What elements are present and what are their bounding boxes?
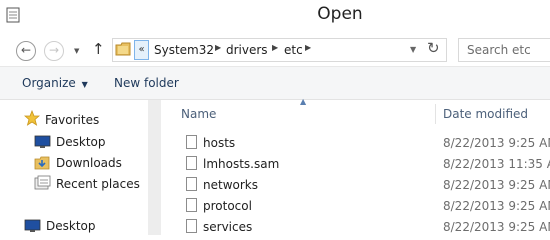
breadcrumb-overflow-button[interactable]: «: [134, 40, 149, 60]
breadcrumb-separator[interactable]: ▶: [272, 43, 278, 52]
folder-icon: [115, 42, 131, 56]
breadcrumb-etc[interactable]: etc: [284, 43, 303, 57]
file-name[interactable]: protocol: [203, 199, 252, 213]
file-date: 8/22/2013 9:25 AM: [443, 220, 550, 234]
search-placeholder[interactable]: Search etc: [467, 43, 531, 57]
sort-ascending-icon: ▲: [300, 97, 307, 106]
organize-label: Organize: [22, 76, 76, 90]
nav-desktop-root[interactable]: Desktop: [46, 219, 96, 233]
file-date: 8/22/2013 9:25 AM: [443, 178, 550, 192]
file-date: 8/22/2013 9:25 AM: [443, 136, 550, 150]
desktop-icon: [24, 219, 41, 232]
nav-downloads[interactable]: Downloads: [56, 156, 122, 170]
nav-recent-places[interactable]: Recent places: [56, 177, 140, 191]
file-icon: [186, 156, 197, 170]
recent-locations-button[interactable]: ▼: [74, 47, 79, 55]
star-icon: [24, 110, 40, 126]
file-name[interactable]: networks: [203, 178, 258, 192]
file-icon: [186, 219, 197, 233]
desktop-icon: [34, 135, 51, 148]
organize-button[interactable]: Organize ▼: [22, 76, 88, 90]
forward-arrow-icon[interactable]: →: [44, 41, 64, 61]
recent-places-icon: [34, 175, 51, 190]
downloads-icon: [34, 156, 50, 170]
column-header-name[interactable]: Name: [181, 107, 216, 121]
address-dropdown-icon[interactable]: ▼: [410, 45, 416, 54]
file-date: 8/22/2013 9:25 AM: [443, 199, 550, 213]
file-name[interactable]: lmhosts.sam: [203, 157, 279, 171]
column-divider[interactable]: [435, 104, 436, 124]
file-name[interactable]: services: [203, 220, 252, 234]
pane-splitter[interactable]: [148, 100, 161, 235]
breadcrumb-drivers[interactable]: drivers: [226, 43, 268, 57]
file-icon: [186, 198, 197, 212]
nav-favorites[interactable]: Favorites: [45, 113, 99, 127]
column-header-date-modified[interactable]: Date modified: [443, 107, 528, 121]
chevron-down-icon: ▼: [81, 80, 88, 89]
nav-desktop[interactable]: Desktop: [56, 135, 106, 149]
up-arrow-icon[interactable]: ↑: [92, 40, 105, 58]
refresh-icon[interactable]: ↻: [427, 39, 440, 57]
back-arrow-icon[interactable]: ←: [16, 41, 36, 61]
file-name[interactable]: hosts: [203, 136, 235, 150]
new-folder-button[interactable]: New folder: [114, 76, 179, 90]
breadcrumb-separator[interactable]: ▶: [215, 43, 221, 52]
file-icon: [186, 135, 197, 149]
window-title: Open: [317, 4, 363, 24]
file-date: 8/22/2013 11:35 AM: [443, 157, 550, 171]
breadcrumb-system32[interactable]: System32: [154, 43, 214, 57]
file-icon: [186, 177, 197, 191]
breadcrumb-separator[interactable]: ▶: [305, 43, 311, 52]
